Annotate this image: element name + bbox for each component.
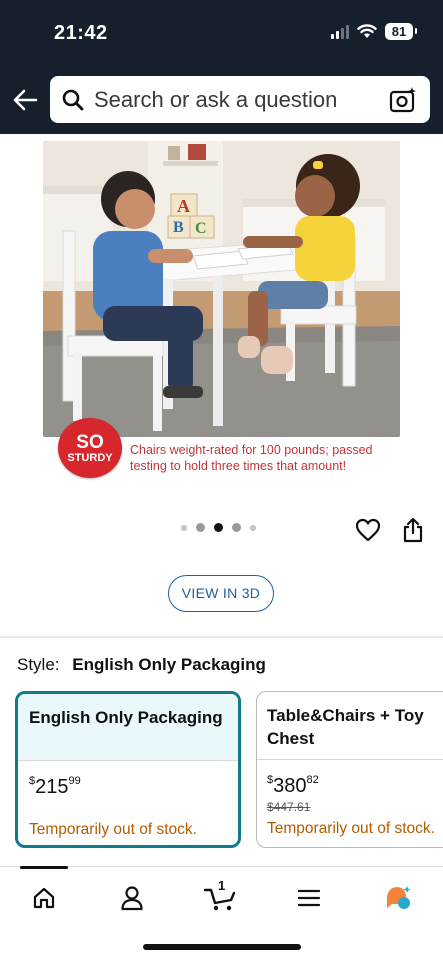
menu-icon (297, 889, 321, 907)
option-price: $38082 (267, 774, 319, 797)
battery-indicator: 81 (385, 23, 417, 40)
home-icon (33, 887, 55, 909)
section-divider (0, 636, 443, 638)
svg-text:A: A (177, 196, 190, 216)
option-availability: Temporarily out of stock. (29, 821, 197, 838)
heart-icon[interactable] (355, 518, 381, 542)
carousel-dot[interactable] (181, 524, 187, 531)
back-arrow-icon[interactable] (10, 86, 40, 114)
style-label: Style: (17, 655, 60, 674)
option-title: Table&Chairs + Toy Chest (267, 706, 424, 748)
product-image[interactable]: A B C (43, 141, 400, 437)
carousel-dot-active[interactable] (214, 523, 223, 532)
image-carousel-dots[interactable] (181, 523, 256, 532)
option-list-price: $447.61 (267, 800, 311, 814)
share-icon[interactable] (402, 517, 424, 543)
status-time: 21:42 (54, 22, 108, 44)
nav-rufus[interactable] (378, 881, 418, 915)
account-icon (121, 886, 143, 911)
style-option-card-selected[interactable]: English Only Packaging $21599 Temporaril… (15, 691, 241, 848)
carousel-dot[interactable] (196, 523, 205, 532)
wifi-icon (357, 24, 377, 38)
option-title: English Only Packaging (18, 694, 238, 760)
app-header: 21:42 81 Search or ask a question (0, 0, 443, 134)
nav-active-indicator (20, 866, 68, 869)
cellular-signal-icon (331, 24, 349, 39)
cart-count: 1 (218, 878, 226, 893)
carousel-dot[interactable] (232, 523, 241, 532)
carousel-dot[interactable] (250, 524, 256, 531)
nav-cart[interactable]: 1 (200, 878, 240, 915)
camera-search-icon[interactable] (388, 85, 418, 115)
home-indicator (143, 944, 301, 950)
option-availability: Temporarily out of stock. (267, 820, 435, 837)
style-option-card[interactable]: Table&Chairs + Toy Chest $38082 $447.61 … (256, 691, 443, 848)
image-caption: Chairs weight-rated for 100 pounds; pass… (130, 443, 373, 473)
option-price: $21599 (29, 775, 81, 798)
nav-menu[interactable] (289, 881, 329, 915)
search-placeholder[interactable]: Search or ask a question (94, 87, 388, 113)
svg-text:B: B (173, 219, 184, 236)
rufus-icon (387, 886, 411, 909)
nav-home[interactable] (24, 881, 64, 915)
search-icon (62, 89, 84, 110)
style-selector-label: Style: English Only Packaging (17, 655, 266, 675)
status-icons: 81 (331, 23, 417, 40)
nav-account[interactable] (112, 881, 152, 915)
product-photo-illustration: A B C (43, 141, 400, 437)
style-value: English Only Packaging (72, 655, 266, 674)
so-sturdy-badge: SO STURDY (58, 418, 122, 478)
svg-text:C: C (195, 220, 207, 237)
search-bar[interactable]: Search or ask a question (50, 76, 430, 123)
view-in-3d-button[interactable]: VIEW IN 3D (168, 575, 274, 612)
